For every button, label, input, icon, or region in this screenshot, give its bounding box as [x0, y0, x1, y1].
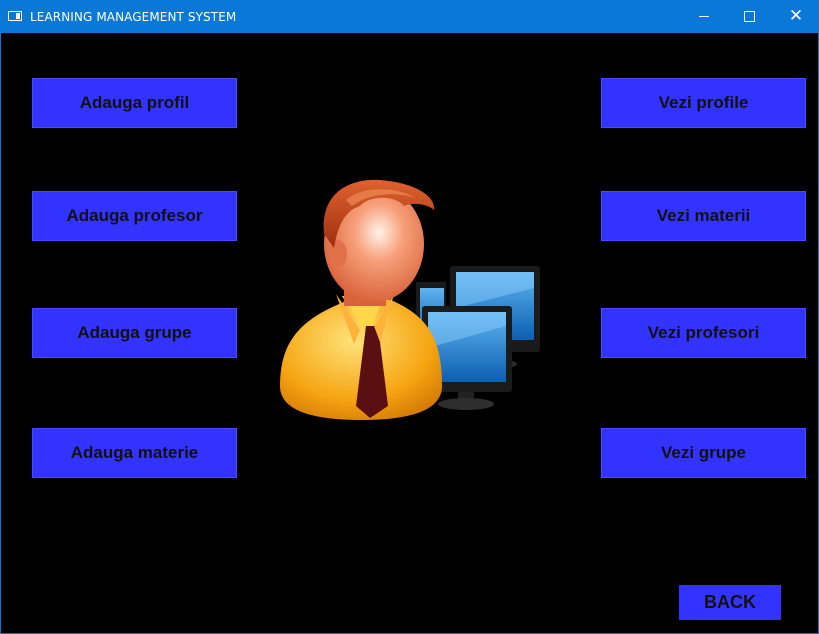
view-profiles-button[interactable]: Vezi profile: [601, 78, 806, 128]
add-subject-button[interactable]: Adauga materie: [32, 428, 237, 478]
title-bar: LEARNING MANAGEMENT SYSTEM ✕: [0, 0, 819, 33]
app-icon: [8, 11, 22, 21]
add-profile-button[interactable]: Adauga profil: [32, 78, 237, 128]
add-groups-button[interactable]: Adauga grupe: [32, 308, 237, 358]
maximize-icon: [743, 11, 755, 22]
window-title: LEARNING MANAGEMENT SYSTEM: [30, 10, 237, 24]
minimize-icon: [699, 16, 709, 17]
maximize-button[interactable]: [726, 0, 772, 33]
minimize-button[interactable]: [681, 0, 727, 33]
admin-user-with-computers-icon: [280, 179, 540, 420]
add-teacher-button[interactable]: Adauga profesor: [32, 191, 237, 241]
view-subjects-button[interactable]: Vezi materii: [601, 191, 806, 241]
view-teachers-button[interactable]: Vezi profesori: [601, 308, 806, 358]
close-button[interactable]: ✕: [773, 0, 819, 33]
close-icon: ✕: [788, 6, 804, 26]
back-button[interactable]: BACK: [679, 585, 781, 620]
view-groups-button[interactable]: Vezi grupe: [601, 428, 806, 478]
